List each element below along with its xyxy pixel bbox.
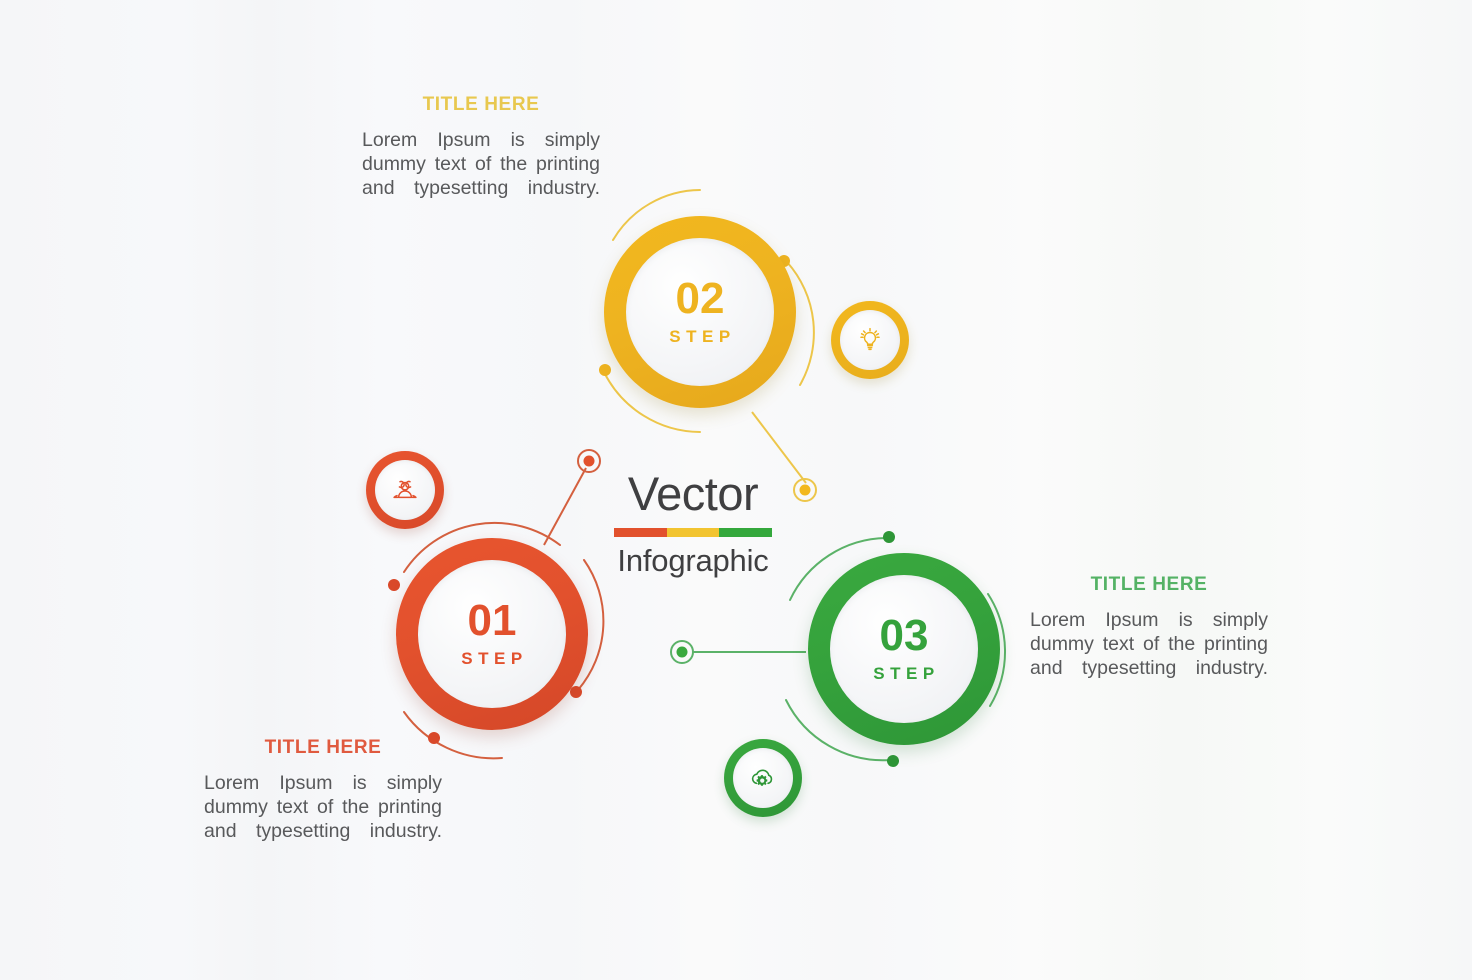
step-01-inner-disc: 01 STEP bbox=[418, 560, 566, 708]
step-03-title: TITLE HERE bbox=[1090, 574, 1208, 595]
dot-02-bottom bbox=[599, 364, 611, 376]
badge-lightbulb-disc bbox=[840, 310, 900, 370]
connector-01 bbox=[543, 467, 587, 546]
step-02-title: TITLE HERE bbox=[422, 94, 540, 115]
dot-01-left bbox=[388, 579, 400, 591]
step-circle-03[interactable]: 03 STEP bbox=[808, 553, 1000, 745]
badge-cloud-gear[interactable] bbox=[724, 739, 802, 817]
logo-bar-segment-red bbox=[614, 528, 667, 537]
step-circle-01[interactable]: 01 STEP bbox=[396, 538, 588, 730]
step-03-number: 03 bbox=[879, 611, 929, 660]
logo-bar-segment-yellow bbox=[666, 528, 720, 537]
logo-word-infographic: Infographic bbox=[617, 543, 769, 578]
badge-people-disc bbox=[375, 460, 435, 520]
step-02-inner-disc: 02 STEP bbox=[626, 238, 774, 386]
people-icon bbox=[393, 480, 417, 499]
center-logo: Vector Infographic bbox=[600, 470, 786, 576]
step-01-label: STEP bbox=[461, 649, 528, 668]
lightbulb-icon bbox=[860, 327, 880, 351]
infographic-canvas: 02 STEP TITLE HERE Lorem Ipsum is simply… bbox=[0, 0, 1472, 980]
cloud-gear-icon bbox=[751, 769, 773, 786]
step-02-label: STEP bbox=[669, 327, 736, 346]
step-02-body: Lorem Ipsum is simply dummy text of the … bbox=[362, 129, 600, 199]
logo-bar-segment-green bbox=[719, 528, 773, 537]
badge-lightbulb[interactable] bbox=[831, 301, 909, 379]
logo-word-vector: Vector bbox=[627, 467, 759, 520]
step-01-body: Lorem Ipsum is simply dummy text of the … bbox=[204, 772, 442, 842]
badge-people[interactable] bbox=[366, 451, 444, 529]
logo-color-bar bbox=[614, 528, 773, 537]
step-circle-02[interactable]: 02 STEP bbox=[604, 216, 796, 408]
text-block-step-01: TITLE HERE Lorem Ipsum is simply dummy t… bbox=[204, 737, 442, 843]
dot-01-right bbox=[570, 686, 582, 698]
connector-01-endpoint-dot bbox=[583, 455, 595, 467]
connector-02-endpoint-dot bbox=[799, 484, 811, 496]
step-03-body: Lorem Ipsum is simply dummy text of the … bbox=[1030, 609, 1268, 679]
step-03-inner-disc: 03 STEP bbox=[830, 575, 978, 723]
connector-03-endpoint-dot bbox=[676, 646, 688, 658]
dot-03-bottom bbox=[887, 755, 899, 767]
text-block-step-03: TITLE HERE Lorem Ipsum is simply dummy t… bbox=[1030, 574, 1268, 680]
step-01-number: 01 bbox=[467, 596, 517, 645]
dot-03-top bbox=[883, 531, 895, 543]
step-02-number: 02 bbox=[675, 274, 725, 323]
step-03-label: STEP bbox=[873, 664, 940, 683]
badge-cloud-disc bbox=[733, 748, 793, 808]
step-01-title: TITLE HERE bbox=[264, 737, 382, 758]
text-block-step-02: TITLE HERE Lorem Ipsum is simply dummy t… bbox=[362, 94, 600, 200]
